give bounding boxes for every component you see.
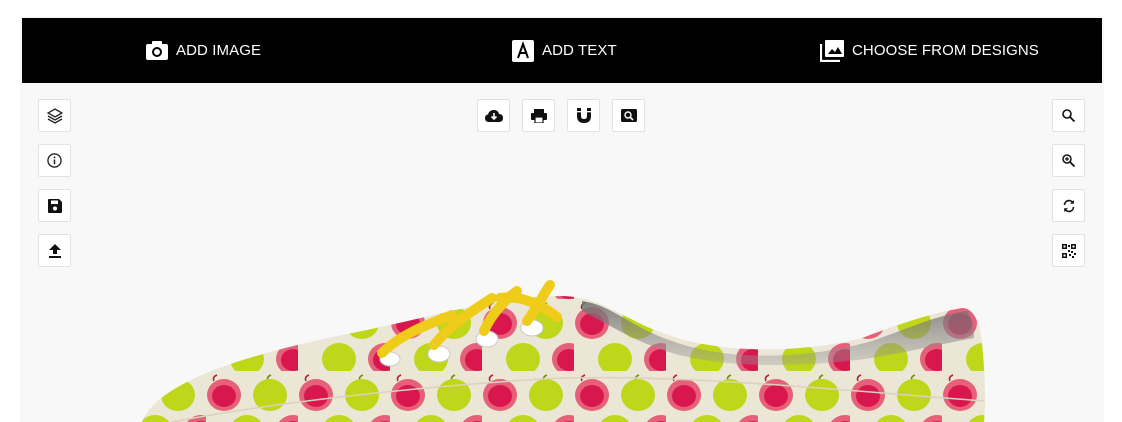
add-image-label: ADD IMAGE	[176, 42, 262, 59]
top-action-bar: ADD IMAGE ADD TEXT CHOOSE FROM DESIGNS	[22, 18, 1102, 83]
zoom-in-button[interactable]	[1052, 144, 1085, 177]
text-icon	[512, 39, 534, 62]
add-text-label: ADD TEXT	[542, 42, 617, 59]
preview-button[interactable]	[612, 99, 645, 132]
upload-button[interactable]	[38, 234, 71, 267]
design-canvas[interactable]	[22, 83, 1102, 422]
choose-from-designs-button[interactable]: CHOOSE FROM DESIGNS	[820, 18, 1039, 83]
zoom-in-icon	[1062, 154, 1075, 167]
camera-icon	[146, 41, 168, 60]
add-text-button[interactable]: ADD TEXT	[512, 18, 617, 83]
save-button[interactable]	[38, 189, 71, 222]
add-image-button[interactable]: ADD IMAGE	[146, 18, 261, 83]
save-icon	[47, 198, 62, 213]
search-button[interactable]	[1052, 99, 1085, 132]
preview-icon	[620, 109, 637, 122]
gallery-icon	[820, 39, 844, 62]
qr-code-icon	[1061, 243, 1076, 258]
shoe-product-preview[interactable]	[22, 83, 1102, 422]
layers-icon	[46, 107, 63, 124]
print-icon	[530, 108, 547, 123]
search-icon	[1062, 109, 1075, 122]
designer-app: ADD IMAGE ADD TEXT CHOOSE FROM DESIGNS	[22, 18, 1102, 422]
cloud-download-icon	[484, 109, 503, 122]
layers-button[interactable]	[38, 99, 71, 132]
choose-from-designs-label: CHOOSE FROM DESIGNS	[852, 42, 1039, 59]
info-icon	[47, 153, 62, 168]
print-button[interactable]	[522, 99, 555, 132]
snap-button[interactable]	[567, 99, 600, 132]
refresh-icon	[1062, 199, 1076, 213]
reset-button[interactable]	[1052, 189, 1085, 222]
qr-code-button[interactable]	[1052, 234, 1085, 267]
magnet-icon	[576, 108, 591, 123]
upload-icon	[48, 243, 61, 258]
info-button[interactable]	[38, 144, 71, 177]
download-button[interactable]	[477, 99, 510, 132]
